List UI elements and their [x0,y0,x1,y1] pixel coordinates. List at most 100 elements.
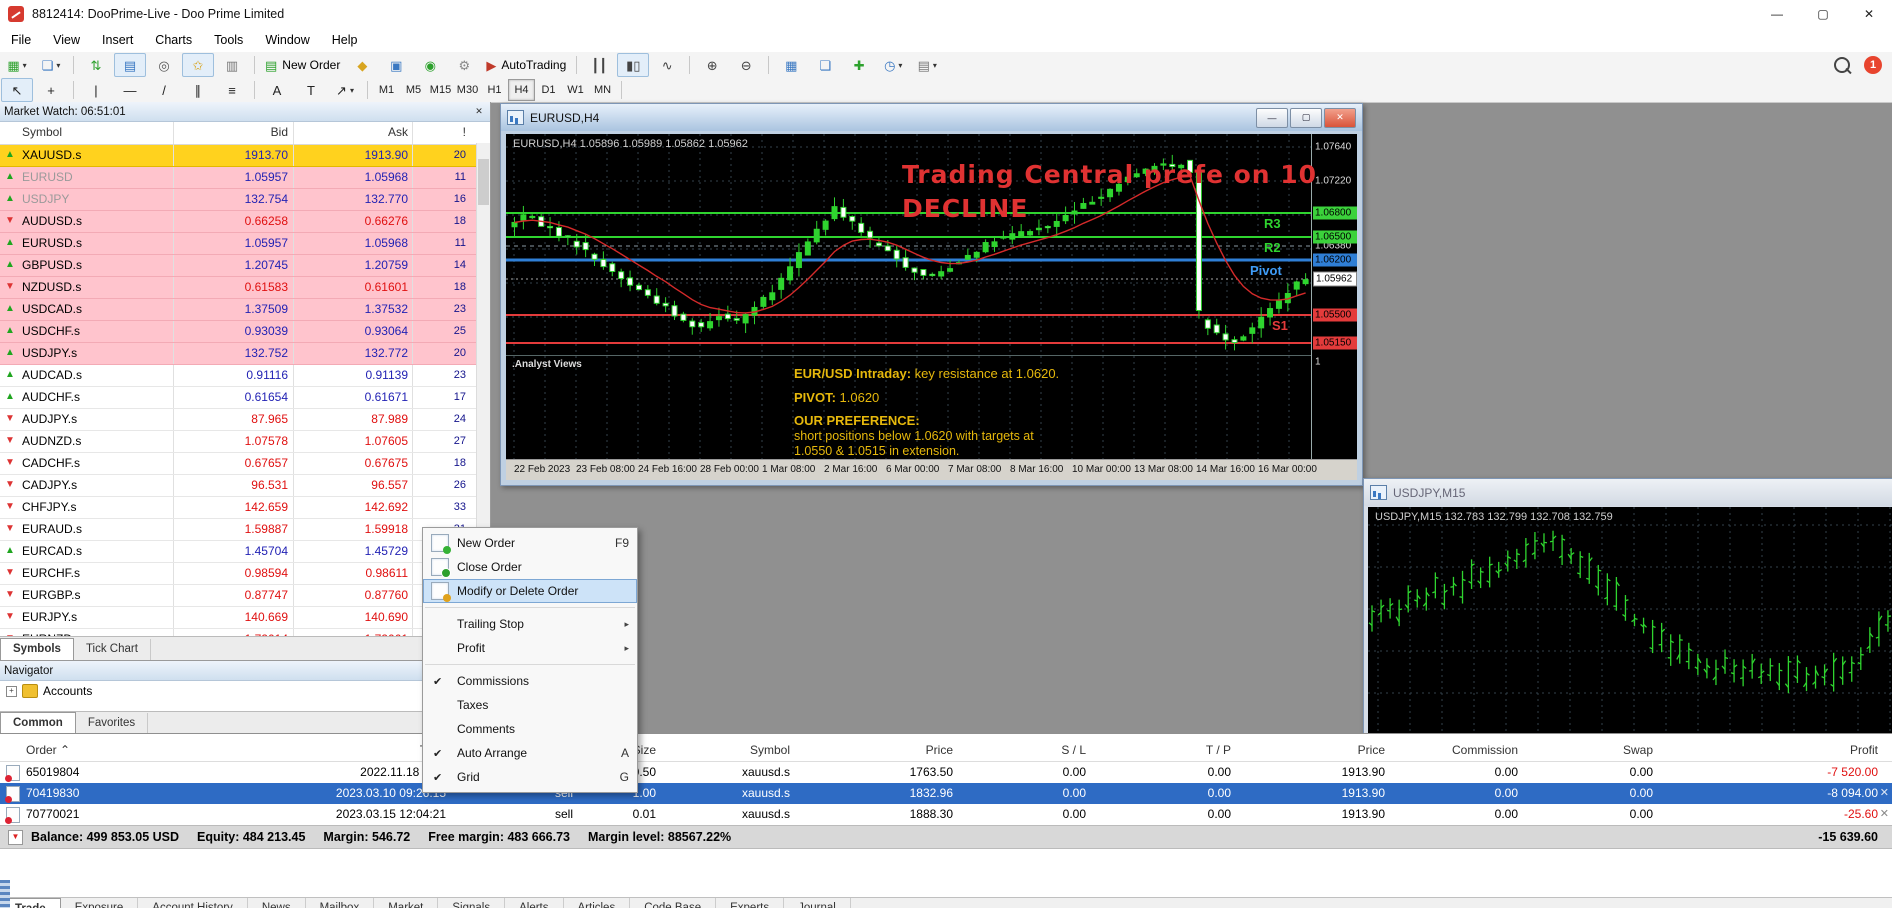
market-watch-row-gbpusd.s[interactable]: ▲GBPUSD.s1.207451.2075914 [0,255,490,277]
zoom-out-button[interactable]: ⊖ [730,53,762,77]
terminal-tab-experts[interactable]: Experts [716,898,784,908]
tab-common[interactable]: Common [0,712,76,734]
expert-advisors-icon[interactable]: ◆ [346,53,378,77]
context-menu-new-order[interactable]: New OrderF9 [423,531,637,555]
context-menu-grid[interactable]: ✔GridG [423,765,637,789]
tree-expand-icon[interactable]: + [6,686,17,697]
close-order-icon[interactable]: ✕ [1880,786,1889,799]
market-watch-row-eurchf.s[interactable]: ▼EURCHF.s0.985940.98611 [0,563,490,585]
usdjpy-window-titlebar[interactable]: USDJPY,M15 [1364,479,1892,506]
terminal-tab-code-base[interactable]: Code Base [630,898,716,908]
market-watch-row-eurjpy.s[interactable]: ▼EURJPY.s140.669140.690 [0,607,490,629]
chart-close-button[interactable]: ✕ [1324,108,1356,128]
market-watch-row-eurusd.s[interactable]: ▲EURUSD.s1.059571.0596811 [0,233,490,255]
timeframe-d1[interactable]: D1 [535,79,562,101]
context-menu-modify-or-delete-order[interactable]: Modify or Delete Order [423,579,637,603]
text-tool[interactable]: A [261,78,293,102]
notification-badge[interactable]: 1 [1864,56,1882,74]
menu-window[interactable]: Window [254,28,320,52]
search-icon[interactable] [1834,57,1850,73]
timeframe-m1[interactable]: M1 [373,79,400,101]
terminal-tab-news[interactable]: News [248,898,306,908]
menu-charts[interactable]: Charts [144,28,203,52]
context-menu-commissions[interactable]: ✔Commissions [423,669,637,693]
close-button[interactable]: ✕ [1846,0,1892,28]
terminal-column-price[interactable]: Price [926,743,953,757]
market-watch-row-euraud.s[interactable]: ▼EURAUD.s1.598871.5991831 [0,519,490,541]
market-watch-row-xauusd.s[interactable]: ▲XAUUSD.s1913.701913.9020 [0,145,490,167]
new-chart-button[interactable]: ▦▾ [1,53,33,77]
terminal-column-profit[interactable]: Profit [1850,743,1878,757]
menu-view[interactable]: View [42,28,91,52]
terminal-tab-articles[interactable]: Articles [564,898,631,908]
eurusd-price-axis[interactable]: 1.076401.072201.0638011.068001.065001.06… [1311,134,1357,459]
market-watch-row-eurusd[interactable]: ▲EURUSD1.059571.0596811 [0,167,490,189]
tile-windows-button[interactable]: ▦ [775,53,807,77]
market-watch-close-icon[interactable]: ✕ [472,106,486,117]
terminal-tab-exposure[interactable]: Exposure [61,898,139,908]
terminal-tab-alerts[interactable]: Alerts [505,898,563,908]
chart-minimize-button[interactable]: — [1256,108,1288,128]
options-icon[interactable]: ⚙ [448,53,480,77]
close-order-icon[interactable]: ✕ [1880,807,1889,820]
cascade-windows-button[interactable]: ❏ [809,53,841,77]
indicators-button[interactable]: ✚ [843,53,875,77]
timeframe-w1[interactable]: W1 [562,79,589,101]
terminal-tab-signals[interactable]: Signals [438,898,505,908]
navigator-accounts-item[interactable]: + Accounts [0,681,490,701]
autotrading-button[interactable]: ▶AutoTrading [482,53,570,77]
context-menu-profit[interactable]: Profit▸ [423,636,637,660]
market-watch-row-audcad.s[interactable]: ▲AUDCAD.s0.911160.9113923 [0,365,490,387]
menu-file[interactable]: File [0,28,42,52]
market-watch-toggle[interactable]: ▤ [114,53,146,77]
chart-restore-button[interactable]: ▢ [1290,108,1322,128]
crosshair-tool[interactable]: + [35,78,67,102]
market-watch-row-usdchf.s[interactable]: ▲USDCHF.s0.930390.9306425 [0,321,490,343]
market-watch-row-usdjpy.s[interactable]: ▲USDJPY.s132.752132.77220 [0,343,490,365]
terminal-column-sl[interactable]: S / L [1061,743,1086,757]
order-row-70419830[interactable]: 704198302023.03.10 09:26:15sell1.00xauus… [0,783,1892,804]
market-watch-row-audusd.s[interactable]: ▼AUDUSD.s0.662580.6627618 [0,211,490,233]
market-watch-row-eurcad.s[interactable]: ▲EURCAD.s1.457041.45729 [0,541,490,563]
market-watch-row-audnzd.s[interactable]: ▼AUDNZD.s1.075781.0760527 [0,431,490,453]
line-chart-type-button[interactable]: ∿ [651,53,683,77]
timeframe-mn[interactable]: MN [589,79,616,101]
context-menu-close-order[interactable]: Close Order [423,555,637,579]
context-menu-auto-arrange[interactable]: ✔Auto ArrangeA [423,741,637,765]
column-ask[interactable]: Ask [388,125,408,139]
order-row-65019804[interactable]: 650198042022.11.18 10:3sell0.50xauusd.s1… [0,762,1892,783]
navigator-toggle[interactable]: ✩ [182,53,214,77]
menu-help[interactable]: Help [321,28,369,52]
scrollbar-thumb[interactable] [478,159,489,205]
minimize-button[interactable]: — [1754,0,1800,28]
horizontal-line-tool[interactable]: — [114,78,146,102]
signals-icon[interactable]: ◉ [414,53,446,77]
tab-symbols[interactable]: Symbols [0,638,74,660]
tick-chart-button[interactable]: ⇅ [80,53,112,77]
timeframe-h4[interactable]: H4 [508,79,535,101]
vertical-line-tool[interactable]: | [80,78,112,102]
profiles-button[interactable]: ❏▾ [35,53,67,77]
terminal-column-price[interactable]: Price [1358,743,1385,757]
eurusd-time-axis[interactable]: 22 Feb 202323 Feb 08:0024 Feb 16:0028 Fe… [506,459,1357,480]
terminal-tab-account-history[interactable]: Account History [138,898,248,908]
maximize-button[interactable]: ▢ [1800,0,1846,28]
timeframe-m15[interactable]: M15 [427,79,454,101]
candlestick-type-button[interactable]: ▮▯ [617,53,649,77]
market-watch-row-audchf.s[interactable]: ▲AUDCHF.s0.616540.6167117 [0,387,490,409]
market-watch-row-usdjpy[interactable]: ▲USDJPY132.754132.77016 [0,189,490,211]
context-menu-trailing-stop[interactable]: Trailing Stop▸ [423,612,637,636]
column-spread[interactable]: ! [463,125,466,139]
trendline-tool[interactable]: / [148,78,180,102]
text-label-tool[interactable]: T [295,78,327,102]
cursor-tool[interactable]: ↖ [1,78,33,102]
timeframe-m5[interactable]: M5 [400,79,427,101]
terminal-column-order[interactable]: Order ⌃ [26,743,70,757]
new-order-button[interactable]: ▤New Order [261,53,344,77]
terminal-tab-journal[interactable]: Journal [784,898,851,908]
channel-tool[interactable]: ∥ [182,78,214,102]
terminal-tab-market[interactable]: Market [374,898,438,908]
templates-button[interactable]: ▤▾ [911,53,943,77]
market-watch-row-nzdusd.s[interactable]: ▼NZDUSD.s0.615830.6160118 [0,277,490,299]
tab-tick-chart[interactable]: Tick Chart [74,639,151,660]
